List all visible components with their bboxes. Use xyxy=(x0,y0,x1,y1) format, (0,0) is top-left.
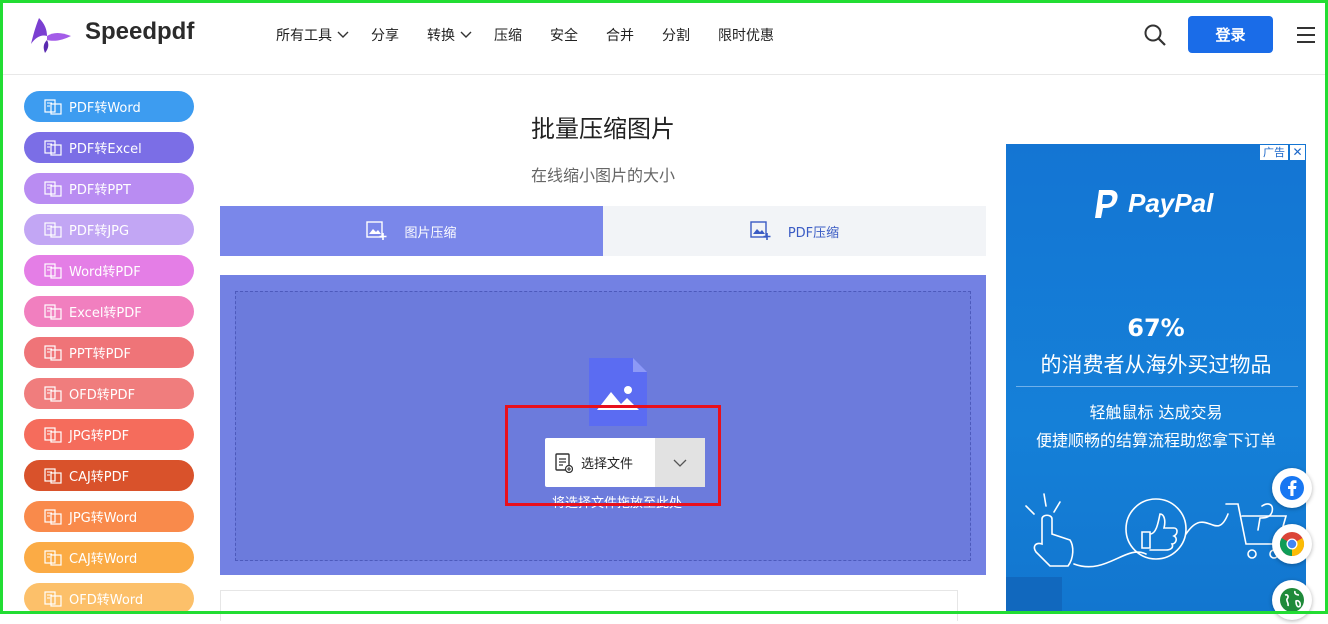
facebook-icon[interactable] xyxy=(1272,468,1312,508)
tab-pdf-compress[interactable]: PDF压缩 xyxy=(603,206,986,256)
ad-headline: 的消费者从海外买过物品 xyxy=(1040,353,1272,377)
sidebar-tool-button[interactable]: PDF转Excel xyxy=(24,132,194,163)
speedpdf-logo-icon[interactable] xyxy=(29,14,73,58)
sidebar-tool-button[interactable]: OFD转PDF xyxy=(24,378,194,409)
sidebar-tool-label: Word转PDF xyxy=(69,265,141,280)
page-subtitle: 在线缩小图片的大小 xyxy=(530,166,675,185)
nav-label: 转换 xyxy=(427,28,455,44)
search-icon[interactable] xyxy=(1143,23,1167,51)
ad-footer-block xyxy=(1006,577,1062,614)
image-add-icon xyxy=(366,221,387,240)
nav-label: 分割 xyxy=(662,28,690,44)
sidebar-tool-button[interactable]: Excel转PDF xyxy=(24,296,194,327)
ad-illustration xyxy=(1016,484,1296,578)
compress-tabs: 图片压缩 PDF压缩 xyxy=(220,206,986,256)
nav-label: 分享 xyxy=(371,28,399,44)
nav-all-tools[interactable]: 所有工具 xyxy=(276,25,349,45)
paypal-brand: PayPal xyxy=(1128,188,1214,218)
sidebar-tool-label: PPT转PDF xyxy=(69,347,131,362)
file-convert-icon xyxy=(44,139,62,156)
brand-name[interactable]: Speedpdf xyxy=(85,18,194,46)
nav-label: 所有工具 xyxy=(276,28,332,44)
tab-image-compress[interactable]: 图片压缩 xyxy=(220,206,603,256)
nav-security[interactable]: 安全 xyxy=(550,25,578,45)
file-convert-icon xyxy=(44,262,62,279)
top-header: Speedpdf 所有工具 分享 转换 压缩 安全 合并 分割 限时优惠 登录 xyxy=(3,3,1325,75)
image-add-icon xyxy=(750,221,771,240)
chevron-down-icon xyxy=(460,31,472,38)
ad-label: 广告 xyxy=(1260,145,1288,160)
menu-icon[interactable] xyxy=(1296,26,1316,48)
ad-description: 便捷顺畅的结算流程助您拿下订单 xyxy=(1035,431,1276,450)
file-convert-icon xyxy=(44,303,62,320)
paypal-icon xyxy=(1095,189,1118,218)
chevron-down-icon xyxy=(337,31,349,38)
sidebar-tool-label: PDF转Excel xyxy=(69,142,142,157)
sidebar-tool-label: CAJ转Word xyxy=(69,552,138,567)
file-convert-icon xyxy=(44,221,62,238)
sidebar-tool-label: OFD转PDF xyxy=(69,388,136,403)
file-convert-icon xyxy=(44,467,62,484)
ad-percent: 67% xyxy=(1127,314,1185,342)
sidebar-tool-button[interactable]: CAJ转Word xyxy=(24,542,194,573)
login-button[interactable]: 登录 xyxy=(1188,16,1273,53)
page-title: 批量压缩图片 xyxy=(531,115,675,143)
sidebar-tool-label: Excel转PDF xyxy=(69,306,142,321)
tab-label: 图片压缩 xyxy=(404,225,457,241)
chrome-icon[interactable] xyxy=(1272,524,1312,564)
nav-label: 限时优惠 xyxy=(718,28,774,44)
sidebar-tool-label: PDF转PPT xyxy=(69,183,131,198)
file-convert-icon xyxy=(44,590,62,607)
nav-merge[interactable]: 合并 xyxy=(606,25,634,45)
divider xyxy=(1016,386,1298,387)
sidebar-tool-button[interactable]: JPG转PDF xyxy=(24,419,194,450)
highlight-box xyxy=(505,405,721,506)
ad-tagline: 轻触鼠标 达成交易 xyxy=(1089,403,1223,422)
paypal-logo: PayPal xyxy=(1094,188,1213,219)
sidebar-tool-label: OFD转Word xyxy=(69,593,144,608)
tab-label: PDF压缩 xyxy=(787,225,840,241)
sidebar-tool-button[interactable]: PDF转Word xyxy=(24,91,194,122)
file-convert-icon xyxy=(44,549,62,566)
file-convert-icon xyxy=(44,98,62,115)
sidebar-tool-button[interactable]: OFD转Word xyxy=(24,583,194,614)
sidebar-tool-button[interactable]: PDF转JPG xyxy=(24,214,194,245)
nav-label: 压缩 xyxy=(494,28,522,44)
tool-sidebar: PDF转Word PDF转Excel PDF转PPT PDF转JPG Word转PDF E… xyxy=(24,91,194,624)
sidebar-tool-label: CAJ转PDF xyxy=(69,470,130,485)
nav-limited-offer[interactable]: 限时优惠 xyxy=(718,25,774,45)
sidebar-tool-button[interactable]: PPT转PDF xyxy=(24,337,194,368)
sidebar-tool-button[interactable]: JPG转Word xyxy=(24,501,194,532)
file-convert-icon xyxy=(44,508,62,525)
nav-label: 合并 xyxy=(606,28,634,44)
file-convert-icon xyxy=(44,426,62,443)
content-card xyxy=(220,590,958,621)
main-nav: 所有工具 分享 转换 压缩 安全 合并 分割 限时优惠 xyxy=(276,25,774,45)
sidebar-tool-label: JPG转Word xyxy=(69,511,138,526)
nav-split[interactable]: 分割 xyxy=(662,25,690,45)
sidebar-tool-label: PDF转Word xyxy=(69,101,141,116)
sidebar-tool-label: JPG转PDF xyxy=(69,429,130,444)
nav-compress[interactable]: 压缩 xyxy=(494,25,522,45)
sidebar-tool-button[interactable]: CAJ转PDF xyxy=(24,460,194,491)
file-convert-icon xyxy=(44,385,62,402)
sidebar-tool-button[interactable]: Word转PDF xyxy=(24,255,194,286)
nav-label: 安全 xyxy=(550,28,578,44)
nav-convert[interactable]: 转换 xyxy=(427,25,472,45)
file-convert-icon xyxy=(44,344,62,361)
sidebar-tool-label: PDF转JPG xyxy=(69,224,130,239)
paypal-ad[interactable]: 广告 ✕ PayPal 67% 的消费者从海外买过物品 轻触鼠标 达成交易 便捷… xyxy=(1006,144,1306,614)
globe-icon[interactable] xyxy=(1272,580,1312,620)
file-convert-icon xyxy=(44,180,62,197)
close-icon[interactable]: ✕ xyxy=(1290,145,1305,160)
sidebar-tool-button[interactable]: PDF转PPT xyxy=(24,173,194,204)
nav-share[interactable]: 分享 xyxy=(371,25,399,45)
